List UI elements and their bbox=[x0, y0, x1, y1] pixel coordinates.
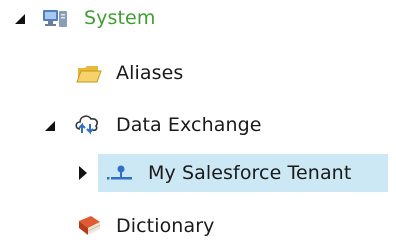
data-exchange-cloud-icon bbox=[75, 115, 98, 135]
tree-node-label: Dictionary bbox=[116, 215, 215, 237]
tree-node-label: Aliases bbox=[116, 62, 184, 84]
tree-node-system[interactable]: System bbox=[0, 0, 396, 36]
collapsed-arrow-icon[interactable] bbox=[76, 165, 92, 181]
tree-node-label: System bbox=[84, 7, 156, 29]
system-computer-icon bbox=[43, 10, 67, 27]
tree-node-aliases[interactable]: Aliases bbox=[0, 55, 396, 91]
tree-node-my-salesforce-tenant[interactable]: My Salesforce Tenant bbox=[0, 155, 396, 191]
tree-node-label: Data Exchange bbox=[116, 114, 262, 136]
tree-node-label: My Salesforce Tenant bbox=[148, 162, 352, 184]
tree-node-data-exchange[interactable]: Data Exchange bbox=[0, 107, 396, 143]
expanded-arrow-icon[interactable] bbox=[44, 118, 60, 134]
tree-node-dictionary[interactable]: Dictionary bbox=[0, 208, 396, 244]
book-icon bbox=[79, 216, 101, 235]
folder-icon bbox=[76, 66, 102, 83]
salesforce-tenant-icon bbox=[107, 165, 132, 180]
tree-view: System Aliases Data Exchange My Salesfor… bbox=[0, 0, 396, 244]
expanded-arrow-icon[interactable] bbox=[14, 11, 30, 27]
